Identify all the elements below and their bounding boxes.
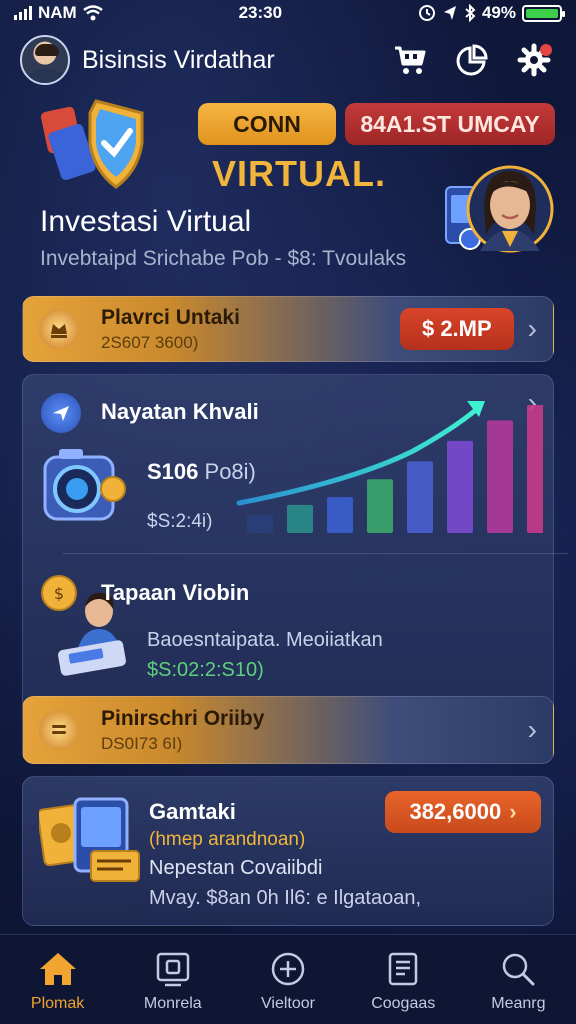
signal-icon [14, 6, 32, 20]
chevron-right-icon: › [527, 313, 537, 344]
growth-bar [367, 479, 393, 533]
gamtaki-title: Gamtaki [149, 799, 236, 824]
clock: 23:30 [238, 3, 283, 22]
nav-label: Plomak [30, 995, 85, 1012]
battery-percent: 49% [481, 3, 516, 22]
carrier-label: NAM [38, 3, 77, 22]
battery-icon [521, 4, 565, 22]
growth-bar [487, 420, 513, 533]
tapaan-line2: $S:02:2:S10) [147, 659, 264, 681]
nav-item-add[interactable]: Vieltoor [230, 935, 345, 1024]
connect-button[interactable]: CONN [198, 103, 336, 145]
growth-small: $S:2:4i) [147, 511, 213, 532]
gamtaki-amount-button[interactable]: 382,6000 › [385, 791, 541, 833]
alarm-icon [418, 5, 435, 21]
gamtaki-line1: Nepestan Covaiibdi [149, 857, 323, 879]
trend-arrow [236, 406, 480, 506]
add-circle-icon [271, 952, 305, 986]
document-icon [388, 952, 418, 986]
growth-bar [447, 440, 473, 533]
location-icon [443, 6, 456, 20]
camera-illustration [43, 449, 126, 521]
crown-icon [39, 309, 79, 349]
status-bar: NAM 23:30 49% [0, 0, 576, 26]
growth-chart [236, 401, 543, 533]
nav-label: Vieltoor [261, 995, 315, 1012]
documents-illustration [39, 797, 140, 882]
offer-amount-button[interactable]: $ 2.MP [399, 308, 514, 350]
offer-title: Plavrci Untaki [101, 305, 240, 329]
gamtaki-paren: (hmep arandnoan) [149, 829, 306, 850]
tapaan-title: Tapaan Viobin [101, 580, 250, 605]
pie-chart-icon [456, 44, 488, 76]
bluetooth-icon [465, 4, 476, 22]
nav-item-search[interactable]: Meanrg [461, 935, 576, 1024]
chevron-right-icon: › [527, 714, 537, 745]
priority-title: Pinirschri Oriiby [101, 706, 265, 730]
wifi-icon [82, 5, 103, 21]
page-title: Investasi Virtual [40, 205, 252, 238]
settings-button[interactable] [512, 38, 556, 82]
bottom-nav: Plomak Monrela Vieltoor Coogaas Meanrg [0, 934, 576, 1024]
divider [63, 553, 568, 554]
gamtaki-amount: 382,6000 [409, 799, 502, 824]
start-button[interactable]: 84A1.ST UMCAY [345, 103, 555, 145]
nav-item-home[interactable]: Plomak [0, 935, 115, 1024]
coin-icon [39, 710, 79, 750]
advisor-illustration [445, 165, 554, 253]
gamtaki-panel[interactable]: Gamtaki (hmep arandnoan) Nepestan Covaii… [22, 776, 554, 926]
security-shield-icon [40, 99, 144, 189]
nav-label: Coogaas [371, 995, 436, 1012]
cart-icon [395, 46, 426, 74]
growth-bar [527, 405, 543, 533]
growth-bar [327, 497, 353, 533]
chevron-right-icon: › [509, 799, 517, 824]
analytics-button[interactable] [450, 38, 494, 82]
growth-amount: S106 [147, 459, 199, 484]
hero-section: CONN 84A1.ST UMCAY VIRTUAL. Investasi Vi… [20, 95, 556, 280]
nav-label: Monrela [143, 995, 202, 1012]
avatar[interactable] [20, 35, 70, 85]
app-header: Bisinsis Virdathar [0, 30, 576, 90]
svg-text:$: $ [54, 584, 64, 603]
banner-word: VIRTUAL. [212, 153, 386, 194]
cart-button[interactable] [388, 38, 432, 82]
growth-bar [247, 515, 273, 533]
nav-item-portfolio[interactable]: Monrela [115, 935, 230, 1024]
offer-subtitle: 2S607 3600) [101, 332, 199, 352]
search-icon [503, 953, 535, 986]
home-icon [39, 953, 76, 985]
gamtaki-line2: Mvay. $8an 0h Il6: e Ilgataoan, [149, 887, 422, 909]
priority-subtitle: DS0I73 6I) [101, 733, 183, 753]
priority-card[interactable]: Pinirschri Oriiby DS0I73 6I) › [22, 696, 554, 764]
app-title: Bisinsis Virdathar [82, 45, 275, 74]
portfolio-icon [156, 952, 190, 987]
offer-card[interactable]: Plavrci Untaki 2S607 3600) $ 2.MP › [22, 296, 554, 362]
tapaan-line1: Baoesntaipata. Meoiiatkan [147, 629, 383, 651]
notification-badge [540, 44, 552, 56]
nav-label: Meanrg [491, 995, 546, 1012]
send-icon [41, 393, 81, 433]
page-subtitle: Invebtaipd Srichabe Pob - $8: Tvoulaks [40, 247, 407, 270]
growth-bar [407, 461, 433, 533]
growth-bar [287, 504, 313, 533]
nav-item-documents[interactable]: Coogaas [346, 935, 461, 1024]
